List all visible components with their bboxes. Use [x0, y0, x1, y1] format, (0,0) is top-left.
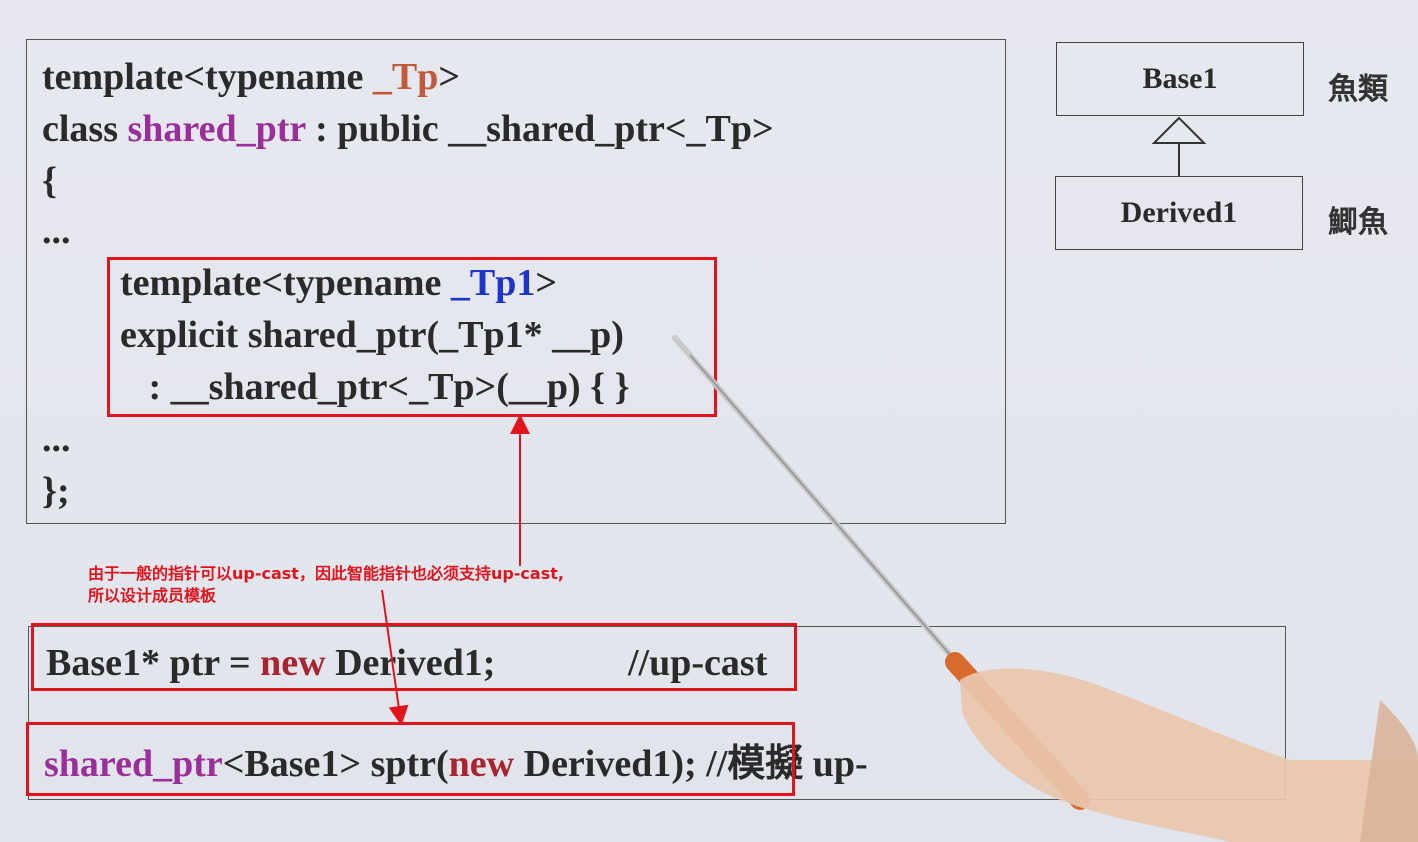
inheritance-arrow-icon: [1151, 116, 1207, 144]
arrow-to-example-2: [381, 589, 409, 726]
overlay-graphics: [381, 116, 1418, 842]
hand-shape: [960, 668, 1418, 842]
